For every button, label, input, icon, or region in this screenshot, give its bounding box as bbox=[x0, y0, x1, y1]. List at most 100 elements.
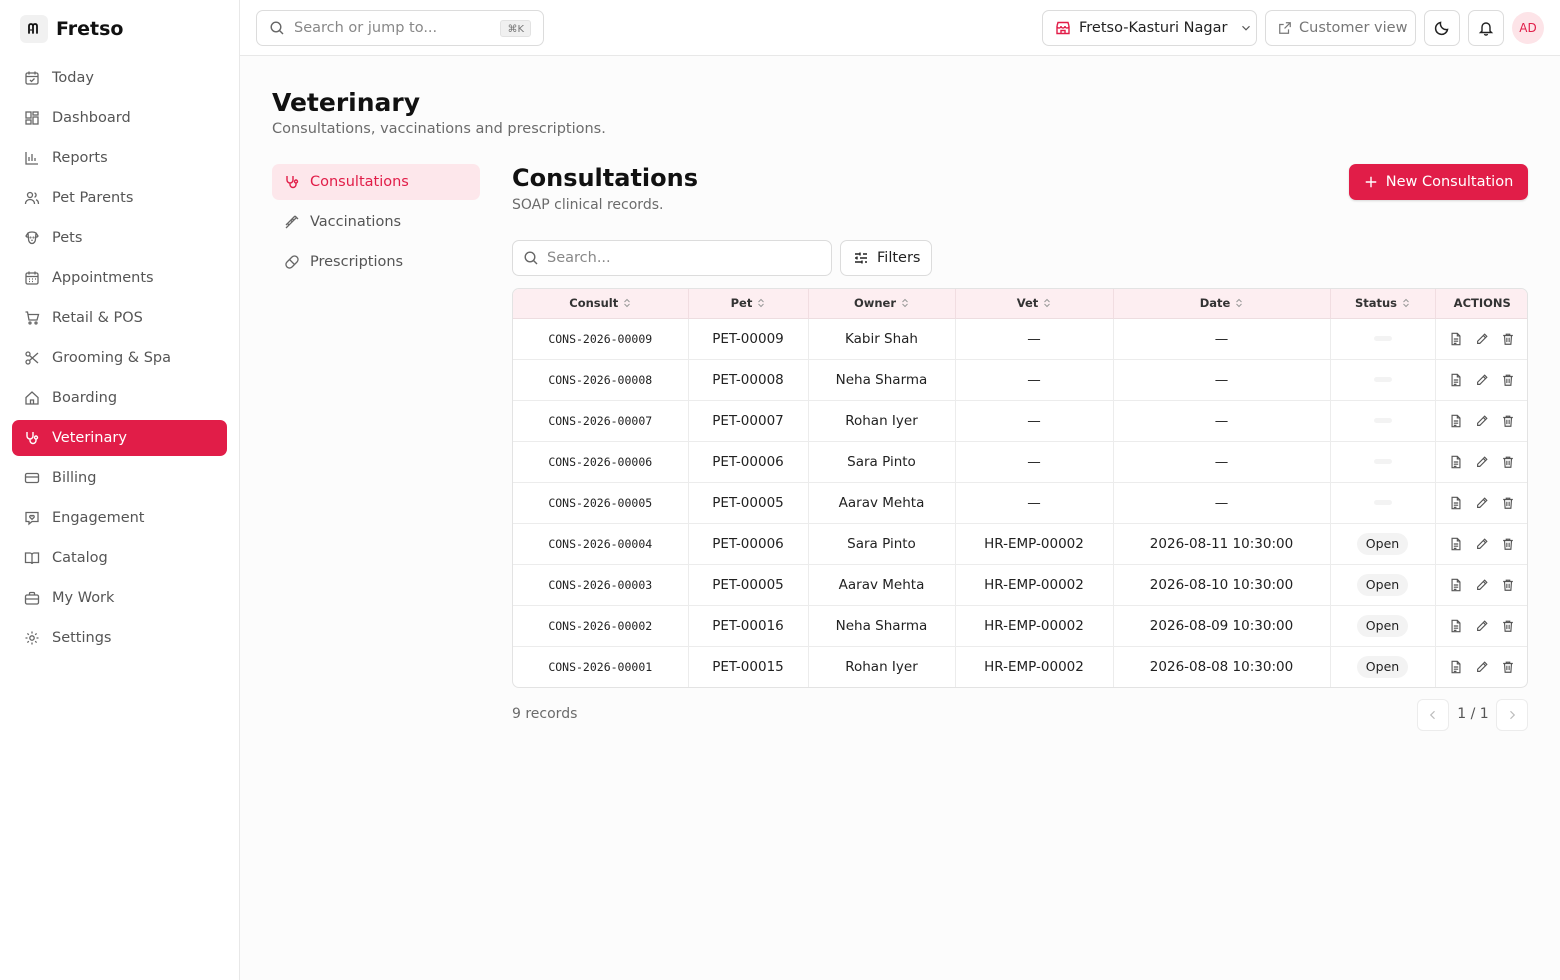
next-page-button[interactable] bbox=[1496, 699, 1528, 731]
sidebar-item-billing[interactable]: Billing bbox=[12, 460, 227, 496]
view-document-icon[interactable] bbox=[1449, 373, 1463, 387]
subnav-item-consultations[interactable]: Consultations bbox=[272, 164, 480, 200]
row-actions bbox=[1436, 373, 1528, 387]
stethoscope-icon bbox=[26, 432, 39, 445]
table-row[interactable]: CONS-2026-00009 PET-00009 Kabir Shah — — bbox=[513, 318, 1528, 359]
table-row[interactable]: CONS-2026-00001 PET-00015 Rohan Iyer HR-EMP… bbox=[513, 646, 1527, 687]
plus-icon bbox=[1365, 176, 1376, 188]
cell-pet: PET-00007 bbox=[688, 400, 809, 441]
sidebar-item-pets[interactable]: Pets bbox=[12, 220, 227, 256]
edit-pencil-icon[interactable] bbox=[1475, 537, 1489, 551]
sidebar-item-appointments[interactable]: Appointments bbox=[12, 260, 227, 296]
sidebar-item-veterinary[interactable]: Veterinary bbox=[12, 420, 227, 456]
table-row[interactable]: CONS-2026-00006 PET-00006 Sara Pinto — — bbox=[513, 441, 1527, 482]
cell-pet: PET-00006 bbox=[688, 441, 809, 482]
table-row[interactable]: CONS-2026-00004 PET-00006 Sara Pinto HR-EMP… bbox=[513, 523, 1528, 564]
edit-pencil-icon[interactable] bbox=[1475, 578, 1489, 592]
sort-icon[interactable] bbox=[1235, 298, 1243, 308]
status-badge bbox=[1373, 459, 1392, 464]
trash-icon[interactable] bbox=[1501, 373, 1515, 387]
subnav-item-vaccinations[interactable]: Vaccinations bbox=[272, 204, 480, 240]
table-row[interactable]: CONS-2026-00002 PET-00016 Neha Sharma HR-EM… bbox=[513, 605, 1527, 646]
edit-pencil-icon[interactable] bbox=[1475, 332, 1489, 346]
column-header-owner[interactable]: Owner bbox=[808, 289, 956, 319]
column-header-status[interactable]: Status bbox=[1330, 289, 1436, 319]
sidebar-item-label: Engagement bbox=[52, 510, 145, 526]
sidebar-item-catalog[interactable]: Catalog bbox=[12, 540, 227, 576]
user-avatar[interactable]: AD bbox=[1512, 12, 1544, 44]
table-row[interactable]: CONS-2026-00008 PET-00008 Neha Sharma — — bbox=[513, 359, 1528, 400]
cell-status bbox=[1330, 400, 1436, 441]
edit-pencil-icon[interactable] bbox=[1475, 414, 1489, 428]
sort-icon[interactable] bbox=[1402, 298, 1410, 308]
sort-icon[interactable] bbox=[1043, 298, 1051, 308]
brand[interactable]: Fretso bbox=[20, 14, 123, 44]
cell-actions bbox=[1435, 441, 1527, 482]
prev-page-button[interactable] bbox=[1417, 699, 1449, 731]
dashboard-icon bbox=[25, 111, 39, 125]
table-row[interactable]: CONS-2026-00003 PET-00005 Aarav Mehta HR-EM… bbox=[513, 564, 1527, 605]
cell-pet: PET-00005 bbox=[688, 564, 809, 605]
sidebar-item-today[interactable]: Today bbox=[12, 60, 227, 96]
sidebar-item-dashboard[interactable]: Dashboard bbox=[12, 100, 227, 136]
new-consultation-button[interactable]: New Consultation bbox=[1349, 164, 1528, 200]
row-actions bbox=[1436, 537, 1528, 551]
edit-pencil-icon[interactable] bbox=[1475, 660, 1489, 674]
column-header-consult[interactable]: Consult bbox=[513, 289, 689, 319]
trash-icon[interactable] bbox=[1501, 332, 1515, 346]
trash-icon[interactable] bbox=[1501, 496, 1515, 510]
sidebar-item-pet-parents[interactable]: Pet Parents bbox=[12, 180, 227, 216]
view-document-icon[interactable] bbox=[1449, 537, 1463, 551]
view-document-icon[interactable] bbox=[1449, 332, 1463, 346]
trash-icon[interactable] bbox=[1501, 619, 1515, 633]
view-document-icon[interactable] bbox=[1449, 455, 1463, 469]
trash-icon[interactable] bbox=[1501, 455, 1515, 469]
view-document-icon[interactable] bbox=[1449, 619, 1463, 633]
sidebar-item-reports[interactable]: Reports bbox=[12, 140, 227, 176]
store-selector[interactable]: Fretso-Kasturi Nagar bbox=[1042, 10, 1257, 46]
edit-pencil-icon[interactable] bbox=[1475, 373, 1489, 387]
sidebar-item-my-work[interactable]: My Work bbox=[12, 580, 227, 616]
table-search-input[interactable] bbox=[547, 250, 817, 266]
global-search[interactable]: Search or jump to... ⌘K bbox=[256, 10, 544, 46]
sidebar-item-boarding[interactable]: Boarding bbox=[12, 380, 227, 416]
trash-icon[interactable] bbox=[1501, 537, 1515, 551]
trash-icon[interactable] bbox=[1501, 660, 1515, 674]
trash-icon[interactable] bbox=[1501, 414, 1515, 428]
row-actions bbox=[1436, 332, 1528, 346]
table-row[interactable]: CONS-2026-00007 PET-00007 Rohan Iyer — — bbox=[513, 400, 1527, 441]
edit-pencil-icon[interactable] bbox=[1475, 455, 1489, 469]
sort-icon[interactable] bbox=[623, 298, 631, 308]
edit-pencil-icon[interactable] bbox=[1475, 496, 1489, 510]
chevron-right-icon bbox=[1510, 710, 1516, 720]
cell-actions bbox=[1435, 400, 1527, 441]
view-document-icon[interactable] bbox=[1449, 660, 1463, 674]
cell-date: — bbox=[1113, 318, 1331, 359]
sidebar-item-settings[interactable]: Settings bbox=[12, 620, 227, 656]
sidebar-item-retail-pos[interactable]: Retail & POS bbox=[12, 300, 227, 336]
view-document-icon[interactable] bbox=[1449, 578, 1463, 592]
column-header-pet[interactable]: Pet bbox=[688, 289, 809, 319]
sidebar-item-grooming-spa[interactable]: Grooming & Spa bbox=[12, 340, 227, 376]
table-row[interactable]: CONS-2026-00005 PET-00005 Aarav Mehta — — bbox=[513, 482, 1527, 523]
cell-actions bbox=[1435, 605, 1527, 646]
sort-icon[interactable] bbox=[757, 298, 765, 308]
view-document-icon[interactable] bbox=[1449, 496, 1463, 510]
theme-toggle-button[interactable] bbox=[1424, 10, 1460, 46]
shortcut-hint: ⌘K bbox=[500, 20, 531, 37]
cell-date: — bbox=[1113, 359, 1331, 400]
column-header-date[interactable]: Date bbox=[1113, 289, 1331, 319]
filters-button[interactable]: Filters bbox=[840, 240, 932, 276]
column-header-vet[interactable]: Vet bbox=[955, 289, 1114, 319]
subnav-item-prescriptions[interactable]: Prescriptions bbox=[272, 244, 480, 280]
trash-icon[interactable] bbox=[1501, 578, 1515, 592]
edit-pencil-icon[interactable] bbox=[1475, 619, 1489, 633]
view-document-icon[interactable] bbox=[1449, 414, 1463, 428]
cell-status bbox=[1330, 482, 1436, 523]
sidebar-item-engagement[interactable]: Engagement bbox=[12, 500, 227, 536]
sort-icon[interactable] bbox=[901, 298, 909, 308]
customer-view-button[interactable]: Customer view bbox=[1265, 10, 1416, 46]
cell-consult: CONS-2026-00008 bbox=[513, 359, 689, 400]
notifications-button[interactable] bbox=[1468, 10, 1504, 46]
table-search[interactable] bbox=[512, 240, 832, 276]
